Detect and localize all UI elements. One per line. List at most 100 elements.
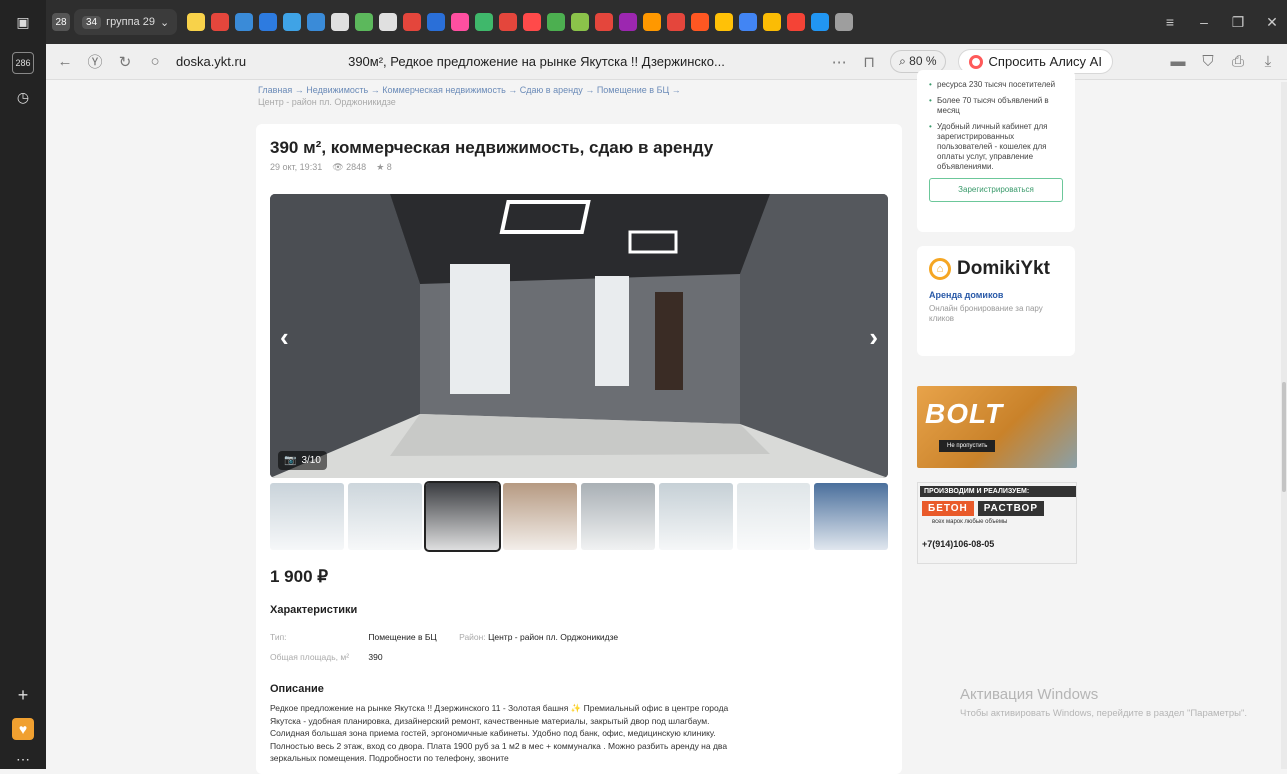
tab-count-badge[interactable]: 28 bbox=[52, 13, 70, 31]
type-label: Тип: bbox=[270, 632, 287, 642]
reader-icon[interactable]: ⎙ bbox=[1229, 53, 1247, 70]
domiki-card[interactable]: ⌂ DomikiYkt Аренда домиков Онлайн бронир… bbox=[917, 246, 1075, 356]
minimize-icon[interactable]: ‒ bbox=[1189, 14, 1219, 30]
ad-favorites: 8 bbox=[386, 162, 392, 172]
tabs-panel-icon[interactable]: ▣ bbox=[12, 11, 34, 33]
shield-icon[interactable]: ⛉ bbox=[1199, 53, 1217, 70]
tab-favicon[interactable] bbox=[667, 13, 686, 31]
beton-banner[interactable]: ПРОИЗВОДИМ И РЕАЛИЗУЕМ: БЕТОН РАСТВОР вс… bbox=[917, 482, 1077, 564]
photo-counter-text: 3/10 bbox=[301, 455, 321, 466]
breadcrumb-item[interactable]: Помещение в БЦ bbox=[597, 85, 669, 95]
browser-sidebar: ▣ 286 ◷ + ♥ ⋯ bbox=[0, 0, 46, 769]
yandex-icon[interactable]: Ⓨ bbox=[86, 51, 104, 72]
tab-group[interactable]: 34 группа 29 ⌄ bbox=[74, 9, 178, 35]
bolt-logo: BOLT bbox=[925, 398, 1004, 429]
tab-favicon[interactable] bbox=[571, 13, 590, 31]
zoom-icon: ⌕ bbox=[899, 54, 906, 68]
tab-favicon[interactable] bbox=[523, 13, 542, 31]
extension-icon[interactable]: ▬ bbox=[1169, 53, 1187, 70]
tab-favicon[interactable] bbox=[643, 13, 662, 31]
next-photo-icon[interactable]: › bbox=[869, 322, 878, 353]
bolt-banner[interactable]: BOLT Не пропустить bbox=[917, 386, 1077, 468]
windows-activation: Активация Windows Чтобы активировать Win… bbox=[960, 686, 1260, 720]
back-icon[interactable]: ← bbox=[56, 53, 74, 70]
more-icon[interactable]: ⋯ bbox=[830, 53, 848, 71]
url-text[interactable]: doska.ykt.ru bbox=[176, 54, 246, 69]
tab-favicon[interactable] bbox=[811, 13, 830, 31]
photo-thumbnail[interactable] bbox=[503, 483, 577, 550]
register-benefit: ресурса 230 тысяч посетителей bbox=[929, 80, 1063, 90]
house-icon: ⌂ bbox=[929, 258, 951, 280]
ad-views: 2848 bbox=[346, 162, 367, 172]
beton-phone: +7(914)106-08-05 bbox=[922, 539, 995, 549]
tab-favicon[interactable] bbox=[835, 13, 854, 31]
chevron-down-icon: ⌄ bbox=[159, 16, 170, 29]
area-label: Общая площадь, м² bbox=[270, 652, 350, 662]
tab-favicon[interactable] bbox=[307, 13, 326, 31]
tab-favicon[interactable] bbox=[715, 13, 734, 31]
windows-activation-title: Активация Windows bbox=[960, 686, 1099, 703]
photo-thumbnail[interactable] bbox=[270, 483, 344, 550]
add-panel-icon[interactable]: + bbox=[12, 684, 34, 706]
tab-favicon[interactable] bbox=[499, 13, 518, 31]
more-icon[interactable]: ⋯ bbox=[12, 748, 34, 770]
site-info-icon[interactable]: ○ bbox=[146, 53, 164, 70]
tab-favicon[interactable] bbox=[331, 13, 350, 31]
tab-favicon[interactable] bbox=[619, 13, 638, 31]
tab-favicon[interactable] bbox=[547, 13, 566, 31]
tab-count-icon[interactable]: 286 bbox=[12, 52, 34, 74]
register-button[interactable]: Зарегистрироваться bbox=[929, 178, 1063, 202]
ad-meta: 29 окт, 19:31 👁 2848 ★ 8 bbox=[270, 162, 392, 173]
breadcrumb-district[interactable]: Центр - район пл. Орджоникидзе bbox=[258, 97, 396, 107]
type-value: Помещение в БЦ bbox=[368, 632, 437, 642]
bookmark-icon[interactable]: ⊓ bbox=[860, 53, 878, 71]
tab-favicon[interactable] bbox=[427, 13, 446, 31]
prev-photo-icon[interactable]: ‹ bbox=[280, 322, 289, 353]
tab-favicon[interactable] bbox=[595, 13, 614, 31]
tab-favicon[interactable] bbox=[379, 13, 398, 31]
photo-gallery[interactable]: ‹ › 📷 3/10 bbox=[270, 194, 888, 478]
district-value: Центр - район пл. Орджоникидзе bbox=[488, 632, 619, 642]
bolt-button[interactable]: Не пропустить bbox=[939, 440, 996, 452]
photo-thumbnail[interactable] bbox=[347, 483, 422, 550]
register-benefit: Удобный личный кабинет для зарегистриров… bbox=[929, 122, 1063, 172]
alice-label: Спросить Алису AI bbox=[988, 54, 1102, 69]
heart-icon[interactable]: ♥ bbox=[12, 718, 34, 740]
tab-favicon[interactable] bbox=[403, 13, 422, 31]
tab-favicon[interactable] bbox=[187, 13, 206, 31]
tab-favicon[interactable] bbox=[283, 13, 302, 31]
photo-thumbnail[interactable] bbox=[814, 483, 888, 550]
photo-thumbnail[interactable] bbox=[423, 481, 502, 552]
tab-favicon[interactable] bbox=[235, 13, 254, 31]
eye-icon: 👁 bbox=[332, 162, 344, 172]
tab-favicon[interactable] bbox=[211, 13, 230, 31]
tab-favicon[interactable] bbox=[691, 13, 710, 31]
photo-thumbnail[interactable] bbox=[581, 483, 655, 550]
beton-heading: ПРОИЗВОДИМ И РЕАЛИЗУЕМ: bbox=[920, 486, 1076, 497]
tab-list bbox=[187, 13, 854, 31]
history-icon[interactable]: ◷ bbox=[12, 86, 34, 108]
breadcrumb-item[interactable]: Сдаю в аренду bbox=[520, 85, 583, 95]
downloads-icon[interactable]: ⤓ bbox=[1259, 53, 1277, 70]
register-card: ресурса 230 тысяч посетителей Более 70 т… bbox=[917, 70, 1075, 232]
reload-icon[interactable]: ↻ bbox=[116, 53, 134, 71]
breadcrumb-item[interactable]: Главная bbox=[258, 85, 292, 95]
domiki-link[interactable]: Аренда домиков bbox=[929, 290, 1063, 300]
tab-favicon[interactable] bbox=[475, 13, 494, 31]
tabs-menu-icon[interactable]: ≡ bbox=[1155, 14, 1185, 30]
tab-favicon[interactable] bbox=[259, 13, 278, 31]
breadcrumb-item[interactable]: Коммерческая недвижимость bbox=[382, 85, 506, 95]
tab-favicon[interactable] bbox=[451, 13, 470, 31]
photo-thumbnail[interactable] bbox=[736, 483, 811, 550]
tab-favicon[interactable] bbox=[787, 13, 806, 31]
tab-favicon[interactable] bbox=[763, 13, 782, 31]
close-icon[interactable]: ✕ bbox=[1257, 14, 1287, 31]
maximize-icon[interactable]: ❐ bbox=[1223, 14, 1253, 31]
scrollbar-thumb[interactable] bbox=[1282, 382, 1286, 492]
page-scrollbar[interactable] bbox=[1281, 82, 1287, 769]
main-photo bbox=[270, 194, 888, 478]
tab-favicon[interactable] bbox=[355, 13, 374, 31]
photo-thumbnail[interactable] bbox=[658, 483, 733, 550]
breadcrumb-item[interactable]: Недвижимость bbox=[306, 85, 368, 95]
tab-favicon[interactable] bbox=[739, 13, 758, 31]
